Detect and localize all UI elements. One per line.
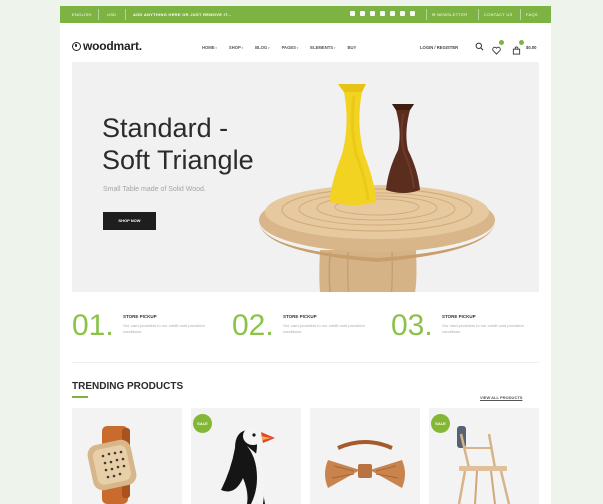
divider bbox=[98, 9, 99, 20]
nav-elements[interactable]: Elements bbox=[310, 45, 335, 50]
language-selector[interactable]: English bbox=[72, 12, 92, 17]
feature-store-pickup: 01. Store Pickup Our card providers to o… bbox=[72, 309, 212, 349]
login-register-link[interactable]: Login / Register bbox=[420, 45, 458, 50]
nav-buy[interactable]: Buy bbox=[347, 45, 356, 50]
newsletter-label: Newsletter bbox=[437, 12, 468, 17]
hero-banner: Standard - Soft Triangle Small Table mad… bbox=[72, 62, 539, 292]
pinterest-icon[interactable] bbox=[410, 11, 415, 16]
hero-subtitle: Small Table made of Solid Wood. bbox=[103, 186, 206, 193]
divider bbox=[478, 9, 479, 20]
instagram-icon[interactable] bbox=[390, 11, 395, 16]
newsletter-link[interactable]: ✉ Newsletter bbox=[432, 12, 467, 17]
feature-description: Our card providers to our credit card pr… bbox=[123, 323, 205, 334]
facebook-icon[interactable] bbox=[350, 11, 355, 16]
heading-underline bbox=[72, 396, 88, 398]
feature-number: 01. bbox=[72, 309, 114, 342]
wooden-bow-tie-image bbox=[325, 440, 405, 488]
shop-now-button[interactable]: Shop Now bbox=[103, 212, 156, 230]
wishlist-badge bbox=[499, 40, 504, 45]
wishlist-button[interactable] bbox=[492, 40, 504, 55]
search-icon[interactable] bbox=[475, 42, 484, 51]
cart-button[interactable] bbox=[512, 40, 524, 55]
currency-selector[interactable]: USD bbox=[107, 12, 116, 17]
youtube-icon[interactable] bbox=[400, 11, 405, 16]
feature-title: Store Pickup bbox=[442, 314, 476, 319]
wooden-watch-image bbox=[87, 426, 137, 504]
divider bbox=[125, 9, 126, 20]
logo[interactable]: woodmart. bbox=[72, 39, 142, 53]
sale-badge: Sale bbox=[431, 414, 450, 433]
feature-store-pickup: 02. Store Pickup Our card providers to o… bbox=[232, 309, 372, 349]
divider bbox=[520, 9, 521, 20]
email-icon[interactable] bbox=[380, 11, 385, 16]
sale-badge: Sale bbox=[193, 414, 212, 433]
social-icons bbox=[350, 11, 415, 16]
feature-number: 03. bbox=[391, 309, 433, 342]
nav-pages[interactable]: Pages bbox=[282, 45, 299, 50]
view-all-products-link[interactable]: View all products bbox=[480, 395, 522, 400]
site-header: woodmart. Home Shop Blog Pages Elements … bbox=[60, 23, 551, 67]
logo-icon bbox=[72, 42, 81, 51]
nav-shop[interactable]: Shop bbox=[229, 45, 243, 50]
faqs-link[interactable]: FAQs bbox=[526, 12, 538, 17]
contact-link[interactable]: Contact us bbox=[484, 12, 513, 17]
shopping-bag-icon bbox=[512, 46, 521, 55]
product-card-wooden-bow-tie[interactable] bbox=[310, 408, 420, 504]
webpage: English USD Add anything here or just re… bbox=[60, 6, 551, 504]
cart-total[interactable]: $0.00 bbox=[526, 45, 536, 50]
promo-text: Add anything here or just remove it... bbox=[133, 12, 232, 17]
feature-title: Store Pickup bbox=[123, 314, 157, 319]
logo-text: woodmart. bbox=[83, 39, 142, 53]
divider bbox=[426, 9, 427, 20]
feature-description: Our card providers to our credit card pr… bbox=[442, 323, 524, 334]
product-card-wooden-watch[interactable] bbox=[72, 408, 182, 504]
main-nav: Home Shop Blog Pages Elements Buy bbox=[202, 45, 356, 50]
twitter-icon[interactable] bbox=[360, 11, 365, 16]
heart-icon bbox=[492, 46, 501, 55]
product-card-wooden-chair[interactable]: Sale bbox=[429, 408, 539, 504]
google-plus-icon[interactable] bbox=[370, 11, 375, 16]
trending-products-heading: Trending Products bbox=[72, 381, 184, 392]
cart-badge bbox=[519, 40, 524, 45]
product-card-puffin-figure[interactable]: Sale bbox=[191, 408, 301, 504]
feature-number: 02. bbox=[232, 309, 274, 342]
feature-store-pickup: 03. Store Pickup Our card providers to o… bbox=[391, 309, 531, 349]
feature-title: Store Pickup bbox=[283, 314, 317, 319]
top-bar: English USD Add anything here or just re… bbox=[60, 6, 551, 23]
nav-blog[interactable]: Blog bbox=[255, 45, 269, 50]
hero-product-image bbox=[259, 84, 495, 292]
nav-home[interactable]: Home bbox=[202, 45, 217, 50]
feature-description: Our card providers to our credit card pr… bbox=[283, 323, 365, 334]
section-divider bbox=[72, 362, 539, 363]
